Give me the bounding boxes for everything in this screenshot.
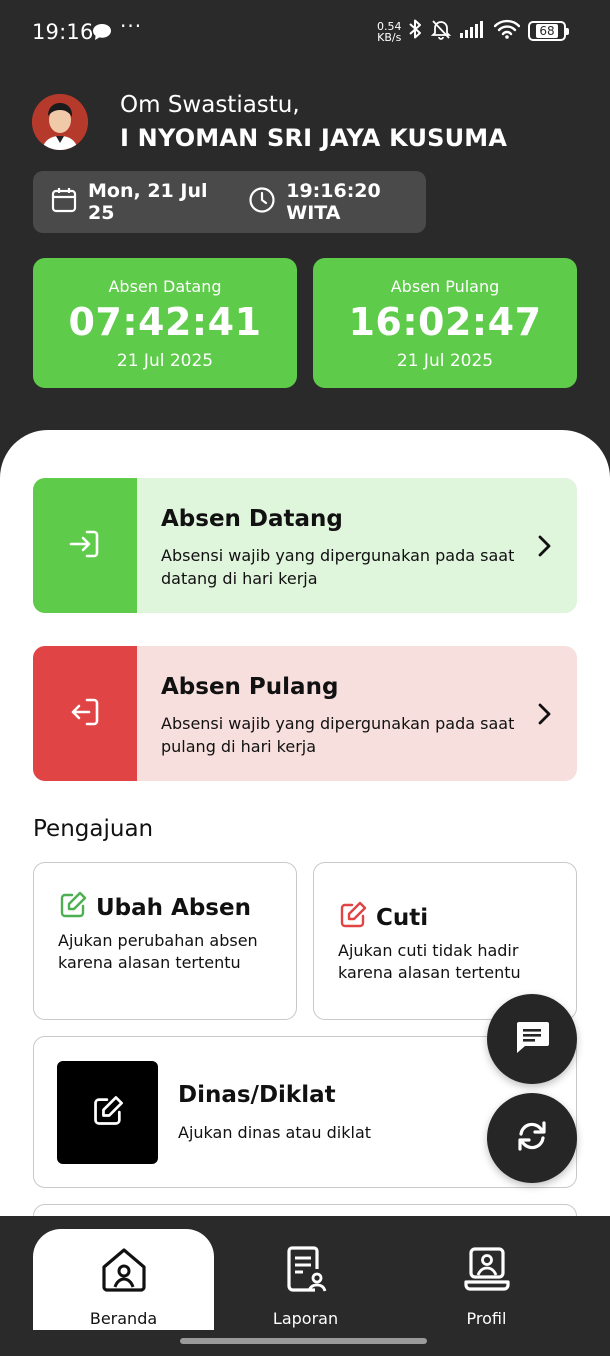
logout-icon [67, 694, 103, 734]
bottom-navigation: Beranda Laporan Profil [0, 1216, 610, 1356]
nav-profile[interactable]: Profil [396, 1229, 577, 1330]
arrival-label: Absen Datang [108, 277, 222, 296]
greeting-text: Om Swastiastu, [120, 92, 300, 118]
clock-icon [248, 186, 276, 219]
network-speed: 0.54 KB/s [377, 21, 402, 43]
check-in-icon-box [33, 478, 137, 613]
departure-date: 21 Jul 2025 [396, 351, 494, 371]
login-icon [67, 526, 103, 566]
arrival-date: 21 Jul 2025 [116, 351, 214, 371]
nav-home-label: Beranda [89, 1309, 158, 1328]
edit-icon [91, 1094, 125, 1132]
avatar[interactable] [32, 94, 88, 150]
bluetooth-icon [408, 18, 422, 44]
duty-title: Dinas/Diklat [178, 1082, 336, 1108]
status-icons: 68 [408, 18, 569, 44]
edit-icon [58, 890, 88, 926]
current-datetime: Mon, 21 Jul 25 19:16:20 WITA [33, 171, 426, 233]
change-attendance-button[interactable]: Ubah Absen Ajukan perubahan absen karena… [33, 862, 297, 1020]
user-name: I NYOMAN SRI JAYA KUSUMA [120, 124, 508, 152]
home-user-icon [33, 1245, 214, 1295]
chevron-right-icon [537, 702, 551, 730]
check-in-button[interactable]: Absen Datang Absensi wajib yang dipergun… [33, 478, 577, 613]
nav-report[interactable]: Laporan [215, 1229, 396, 1330]
speed-unit: KB/s [377, 31, 402, 44]
arrival-summary-card: Absen Datang 07:42:41 21 Jul 2025 [33, 258, 297, 388]
check-out-description: Absensi wajib yang dipergunakan pada saa… [161, 714, 515, 756]
duty-description: Ajukan dinas atau diklat [178, 1123, 372, 1142]
message-icon [513, 1019, 551, 1059]
signal-icon [460, 20, 486, 42]
nav-report-label: Laporan [272, 1309, 339, 1328]
status-bar: 19:16 ··· 0.54 KB/s 68 [0, 0, 610, 68]
refresh-icon [514, 1118, 550, 1158]
arrival-time: 07:42:41 [68, 300, 262, 344]
battery-level: 68 [536, 24, 558, 38]
leave-description: Ajukan cuti tidak hadir karena alasan te… [338, 941, 521, 982]
duty-icon-box [57, 1061, 158, 1164]
current-date: Mon, 21 Jul 25 [88, 180, 208, 224]
nav-home[interactable]: Beranda [33, 1229, 214, 1330]
refresh-button[interactable] [487, 1093, 577, 1183]
chat-button[interactable] [487, 994, 577, 1084]
gesture-home-bar[interactable] [180, 1338, 427, 1344]
check-out-button[interactable]: Absen Pulang Absensi wajib yang dipergun… [33, 646, 577, 781]
status-time: 19:16 [32, 20, 94, 44]
chevron-right-icon [537, 534, 551, 562]
departure-time: 16:02:47 [348, 300, 542, 344]
check-out-title: Absen Pulang [161, 674, 339, 700]
chat-bubble-icon [92, 23, 112, 45]
check-in-description: Absensi wajib yang dipergunakan pada saa… [161, 546, 515, 588]
nav-profile-label: Profil [466, 1309, 507, 1328]
edit-icon [338, 900, 368, 936]
departure-label: Absen Pulang [390, 277, 500, 296]
check-in-title: Absen Datang [161, 506, 343, 532]
change-attendance-title: Ubah Absen [96, 895, 251, 921]
departure-summary-card: Absen Pulang 16:02:47 21 Jul 2025 [313, 258, 577, 388]
more-notifications-icon: ··· [120, 14, 143, 38]
leave-title: Cuti [376, 905, 429, 931]
calendar-icon [50, 186, 78, 219]
profile-laptop-icon [396, 1245, 577, 1295]
change-attendance-description: Ajukan perubahan absen karena alasan ter… [58, 931, 258, 972]
requests-section-title: Pengajuan [33, 816, 154, 842]
current-time: 19:16:20 WITA [286, 180, 381, 224]
bell-off-icon [430, 18, 452, 44]
check-out-icon-box [33, 646, 137, 781]
report-icon [215, 1245, 396, 1295]
wifi-icon [493, 19, 521, 43]
battery-icon: 68 [528, 21, 569, 41]
